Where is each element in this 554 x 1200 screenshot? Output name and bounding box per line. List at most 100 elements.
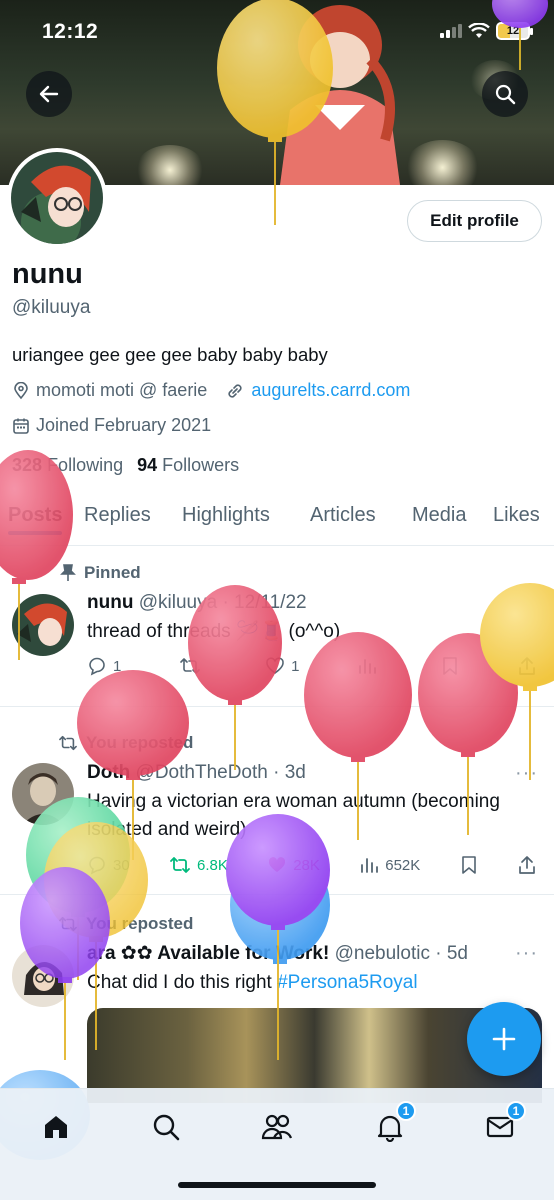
like-icon — [266, 657, 284, 674]
post-text: Having a victorian era woman autumn (bec… — [87, 791, 500, 840]
tab-articles[interactable]: Articles — [310, 496, 376, 527]
plus-icon — [492, 1027, 516, 1051]
post-author-name[interactable]: nunu — [87, 592, 133, 613]
edit-profile-button[interactable]: Edit profile — [407, 200, 542, 242]
tab-likes[interactable]: Likes — [493, 496, 540, 527]
compose-button[interactable] — [467, 1002, 541, 1076]
nav-notifications[interactable]: 1 — [370, 1101, 416, 1147]
nav-communities[interactable] — [257, 1107, 297, 1147]
location-pin-icon — [14, 381, 28, 399]
wifi-icon — [468, 23, 490, 38]
post-hashtag[interactable]: #Persona5Royal — [277, 972, 417, 993]
reply-icon — [89, 657, 105, 676]
post-context-label: You reposted — [86, 914, 194, 933]
tab-media[interactable]: Media — [412, 496, 466, 527]
post-author-avatar[interactable] — [12, 763, 74, 825]
bookmark-button[interactable] — [441, 656, 459, 676]
post-author-avatar[interactable] — [12, 594, 74, 656]
reply-icon — [89, 856, 105, 875]
battery-icon: 12 — [496, 22, 533, 40]
like-button[interactable]: 28K — [267, 855, 320, 875]
reply-button[interactable]: 30 — [87, 855, 130, 875]
post-header: nunu @kiluuya · 12/11/22 — [87, 592, 307, 614]
reply-count: 1 — [113, 657, 122, 675]
calendar-icon — [13, 418, 29, 434]
profile-bio: uriangee gee gee gee baby baby baby — [12, 344, 328, 365]
views-button[interactable] — [357, 656, 383, 676]
profile-location: momoti moti @ faerie — [36, 380, 208, 400]
followers-count: 94 — [137, 455, 158, 475]
post-more-button[interactable]: ··· — [515, 942, 538, 965]
profile-tabs: Posts Replies Highlights Articles Media … — [0, 496, 554, 546]
views-icon — [361, 858, 379, 873]
profile-website-link[interactable]: augurelts.carrd.com — [251, 380, 410, 401]
reply-button[interactable]: 1 — [87, 656, 121, 676]
views-button[interactable]: 652K — [359, 855, 420, 875]
avatar-image — [11, 152, 103, 252]
retweet-icon — [59, 735, 77, 751]
like-button[interactable]: 1 — [265, 656, 299, 676]
post-author-avatar[interactable] — [12, 945, 74, 1007]
post-header: Doth @DothTheDoth · 3d — [87, 762, 306, 784]
search-button[interactable] — [482, 71, 528, 117]
signal-icon — [440, 24, 462, 38]
people-icon — [261, 1114, 293, 1140]
retweet-icon — [59, 916, 77, 932]
nav-home[interactable] — [36, 1107, 76, 1147]
retweet-count: 6.8K — [197, 856, 228, 874]
share-icon — [519, 657, 535, 675]
search-icon — [495, 84, 516, 105]
link-icon — [228, 383, 242, 398]
post-author-handle: @DothTheDoth — [135, 762, 268, 783]
post-text-body: Chat did I do this right — [87, 972, 272, 993]
following-count: 328 — [12, 455, 43, 475]
post-item[interactable]: Pinned nunu @kiluuya · 12/11/22 thread o… — [0, 546, 554, 707]
post-text: Chat did I do this right #Persona5Royal — [87, 969, 527, 997]
pin-icon — [60, 564, 76, 581]
post-more-button[interactable]: ··· — [515, 762, 538, 785]
post-timestamp[interactable]: 12/11/22 — [234, 592, 307, 613]
status-time: 12:12 — [42, 20, 99, 43]
following-label: Following — [47, 455, 124, 475]
post-author-handle: @nebulotic — [334, 943, 430, 964]
post-context-label: You reposted — [86, 733, 194, 752]
follow-stats: 328 Following 94 Followers — [12, 455, 239, 476]
back-button[interactable] — [26, 71, 72, 117]
profile-joined-row: Joined February 2021 — [12, 415, 211, 436]
profile-meta-row: momoti moti @ faerie augurelts.carrd.com — [12, 380, 410, 401]
post-context: You reposted — [58, 733, 193, 753]
retweet-button[interactable]: 6.8K — [169, 855, 228, 875]
profile-handle: @kiluuya — [12, 297, 91, 318]
post-timestamp[interactable]: 3d — [285, 762, 306, 783]
views-icon — [359, 659, 377, 674]
profile-avatar[interactable] — [7, 148, 107, 252]
followers-link[interactable]: 94 Followers — [137, 455, 239, 476]
post-actions: 1 1 — [87, 656, 537, 676]
bookmark-button[interactable] — [460, 855, 478, 875]
nav-messages[interactable]: 1 — [480, 1101, 526, 1147]
bookmark-icon — [461, 856, 476, 874]
tab-posts[interactable]: Posts — [8, 496, 63, 535]
post-author-name[interactable]: Doth — [87, 762, 130, 783]
like-count: 28K — [293, 856, 320, 874]
share-button[interactable] — [517, 855, 537, 875]
messages-badge: 1 — [506, 1101, 526, 1121]
nav-explore[interactable] — [146, 1107, 186, 1147]
post-author-name[interactable]: ara ✿✿ Available for Work! — [87, 943, 329, 964]
tab-highlights[interactable]: Highlights — [182, 496, 270, 527]
profile-joined-date: Joined February 2021 — [36, 415, 212, 435]
post-timestamp[interactable]: 5d — [447, 943, 468, 964]
post-text: thread of threads 🪡🧵 (o^^o) — [87, 621, 341, 642]
bookmark-icon — [443, 657, 457, 675]
post-item[interactable]: You reposted Doth @DothTheDoth · 3d ··· … — [0, 707, 554, 895]
post-context: Pinned — [60, 563, 141, 583]
battery-level: 12 — [506, 25, 520, 37]
following-link[interactable]: 328 Following — [12, 455, 123, 476]
back-arrow-icon — [39, 85, 59, 103]
post-context-label: Pinned — [84, 563, 141, 582]
post-separator: · — [273, 762, 280, 783]
share-button[interactable] — [517, 656, 537, 676]
tab-replies[interactable]: Replies — [84, 496, 151, 527]
post-separator: · — [435, 943, 442, 964]
retweet-button[interactable] — [179, 656, 207, 676]
